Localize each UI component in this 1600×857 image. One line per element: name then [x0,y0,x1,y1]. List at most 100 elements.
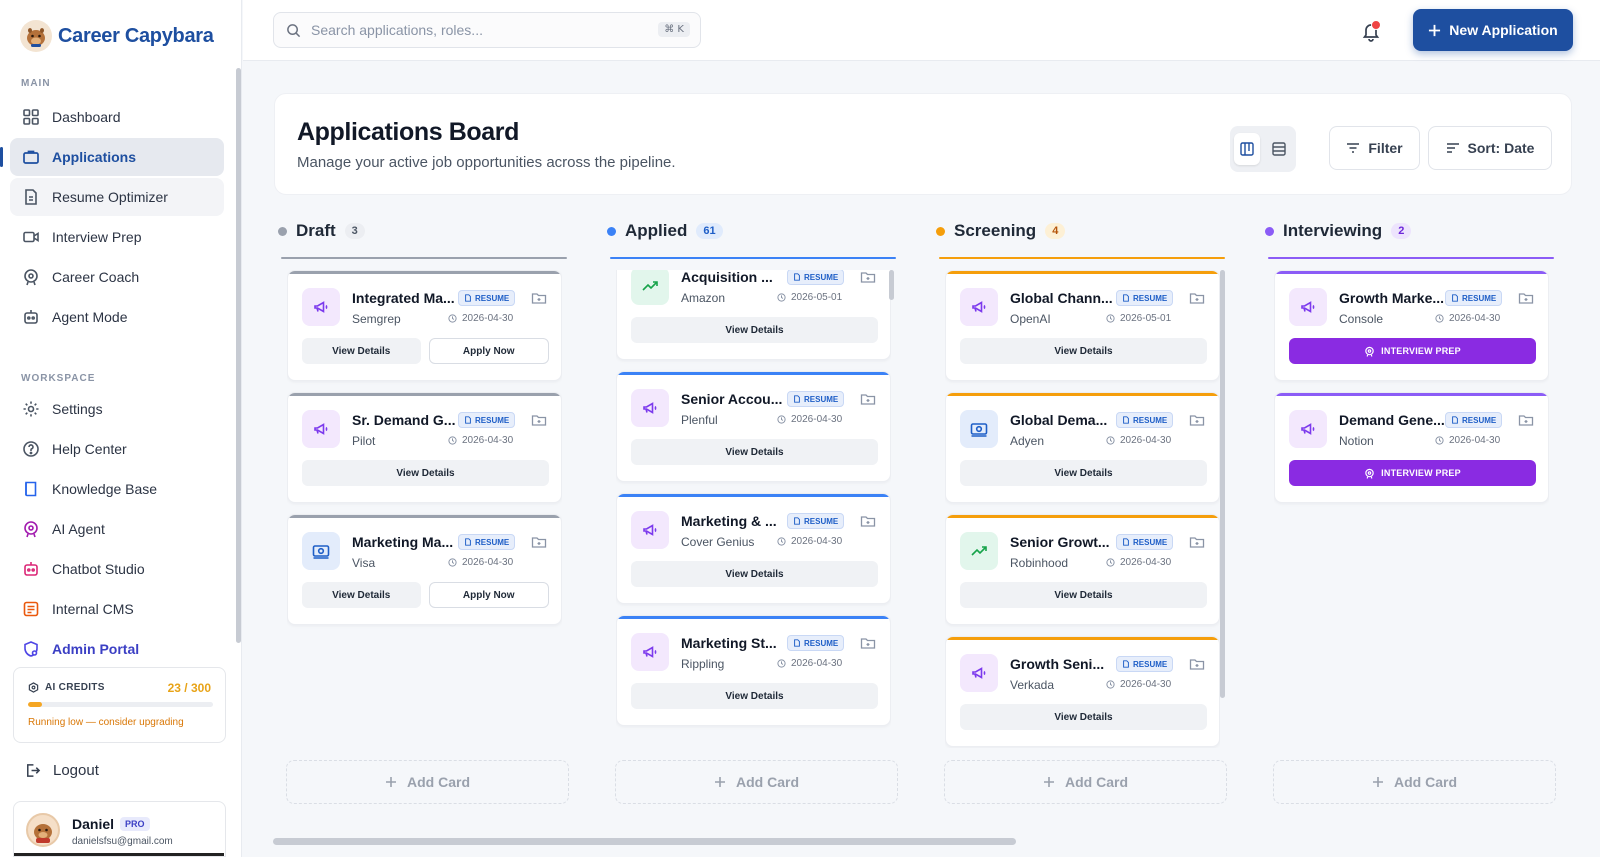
user-name: Daniel [72,816,115,832]
view-details-button[interactable]: View Details [631,317,878,343]
folder-icon[interactable] [1189,656,1205,672]
search-box[interactable]: ⌘ K [273,12,701,48]
folder-icon[interactable] [1189,534,1205,550]
sidebar-item-label: Agent Mode [52,309,128,325]
folder-icon[interactable] [1189,290,1205,306]
add-card-button[interactable]: Add Card [944,760,1227,804]
user-profile-card[interactable]: Daniel PRO danielsfsu@gmail.com [13,801,226,857]
sidebar-item-resume-optimizer[interactable]: Resume Optimizer [10,178,224,216]
column-title: Draft [296,221,336,240]
folder-icon[interactable] [531,534,547,550]
view-details-button[interactable]: View Details [302,338,421,364]
resume-badge[interactable]: RESUME [787,391,845,407]
folder-icon[interactable] [860,635,876,651]
view-details-button[interactable]: View Details [960,338,1207,364]
application-card[interactable]: Marketing & ... RESUME Cover Genius 2026… [616,493,891,604]
folder-icon[interactable] [531,412,547,428]
card-date-value: 2026-05-01 [791,292,843,303]
brand[interactable]: Career Capybara [20,20,214,52]
sidebar-item-help-center[interactable]: Help Center [10,430,224,468]
application-card[interactable]: Senior Growt... RESUME Robinhood 2026-04… [945,514,1220,625]
application-card[interactable]: Growth Seni... RESUME Verkada 2026-04-30… [945,636,1220,747]
sidebar-item-career-coach[interactable]: Career Coach [10,258,224,296]
view-details-button[interactable]: View Details [960,582,1207,608]
application-card[interactable]: Acquisition ... RESUME Amazon 2026-05-01… [616,270,891,360]
application-card[interactable]: Senior Accou... RESUME Plenful 2026-04-3… [616,371,891,482]
sidebar-item-settings[interactable]: Settings [10,390,224,428]
view-details-button[interactable]: View Details [631,683,878,709]
application-card[interactable]: Growth Marke... RESUME Console 2026-04-3… [1274,270,1549,381]
apply-now-button[interactable]: Apply Now [428,582,549,608]
application-card[interactable]: Sr. Demand G... RESUME Pilot 2026-04-30 … [287,392,562,503]
resume-badge[interactable]: RESUME [1116,656,1174,672]
view-details-button[interactable]: View Details [631,561,878,587]
folder-icon[interactable] [531,290,547,306]
card-company: Plenful [681,413,718,427]
add-card-button[interactable]: Add Card [1273,760,1556,804]
sidebar-item-admin-portal[interactable]: Admin Portal [10,630,224,668]
resume-badge[interactable]: RESUME [1116,534,1174,550]
resume-badge[interactable]: RESUME [787,635,845,651]
resume-badge[interactable]: RESUME [1445,412,1503,428]
column-count-badge: 4 [1045,223,1066,239]
application-card[interactable]: Demand Gene... RESUME Notion 2026-04-30 … [1274,392,1549,503]
column-card-list: Integrated Ma... RESUME Semgrep 2026-04-… [287,270,562,748]
sidebar-item-knowledge-base[interactable]: Knowledge Base [10,470,224,508]
resume-badge[interactable]: RESUME [1116,412,1174,428]
sidebar-item-dashboard[interactable]: Dashboard [10,98,224,136]
document-icon [25,189,37,205]
sidebar-item-internal-cms[interactable]: Internal CMS [10,590,224,628]
avatar [26,813,60,847]
resume-badge[interactable]: RESUME [458,412,516,428]
view-details-button[interactable]: View Details [960,704,1207,730]
megaphone-icon [631,389,669,427]
apply-now-button[interactable]: Apply Now [428,338,549,364]
sidebar-item-ai-agent[interactable]: AI Agent [10,510,224,548]
column-count-badge: 3 [344,223,365,239]
application-card[interactable]: Integrated Ma... RESUME Semgrep 2026-04-… [287,270,562,381]
board-horizontal-scrollbar[interactable] [273,838,1016,845]
resume-badge[interactable]: RESUME [1116,290,1174,306]
folder-icon[interactable] [860,391,876,407]
search-input[interactable] [311,22,641,38]
application-card[interactable]: Marketing Ma... RESUME Visa 2026-04-30 V… [287,514,562,625]
sidebar-item-chatbot-studio[interactable]: Chatbot Studio [10,550,224,588]
view-details-button[interactable]: View Details [302,460,549,486]
document-icon [794,639,800,647]
sidebar-item-applications[interactable]: Applications [0,138,224,176]
resume-badge[interactable]: RESUME [458,290,516,306]
application-card[interactable]: Global Dema... RESUME Adyen 2026-04-30 V… [945,392,1220,503]
folder-icon[interactable] [860,270,876,285]
sidebar-item-agent-mode[interactable]: Agent Mode [10,298,224,336]
logout-button[interactable]: Logout [24,762,99,779]
sidebar-item-interview-prep[interactable]: Interview Prep [10,218,224,256]
plus-icon [386,777,396,787]
folder-icon[interactable] [1518,412,1534,428]
sort-button[interactable]: Sort: Date [1428,126,1552,170]
view-details-button[interactable]: View Details [960,460,1207,486]
video-icon [23,231,39,243]
board-view-button[interactable] [1234,133,1260,165]
folder-icon[interactable] [860,513,876,529]
resume-badge[interactable]: RESUME [458,534,516,550]
list-view-button[interactable] [1266,133,1292,165]
application-card[interactable]: Global Chann... RESUME OpenAI 2026-05-01… [945,270,1220,381]
view-details-button[interactable]: View Details [302,582,421,608]
interview-prep-button[interactable]: INTERVIEW PREP [1289,460,1536,486]
add-card-button[interactable]: Add Card [615,760,898,804]
folder-icon[interactable] [1518,290,1534,306]
filter-button[interactable]: Filter [1329,126,1420,170]
clock-icon [1435,314,1444,323]
new-application-button[interactable]: New Application [1413,9,1573,51]
add-card-button[interactable]: Add Card [286,760,569,804]
resume-badge[interactable]: RESUME [787,513,845,529]
application-card[interactable]: Marketing St... RESUME Rippling 2026-04-… [616,615,891,726]
folder-icon[interactable] [1189,412,1205,428]
sidebar-scrollbar[interactable] [236,68,241,643]
column-scrollbar[interactable] [1220,270,1225,698]
resume-badge[interactable]: RESUME [787,270,845,285]
column-scrollbar[interactable] [889,270,894,300]
view-details-button[interactable]: View Details [631,439,878,465]
resume-badge[interactable]: RESUME [1445,290,1503,306]
interview-prep-button[interactable]: INTERVIEW PREP [1289,338,1536,364]
